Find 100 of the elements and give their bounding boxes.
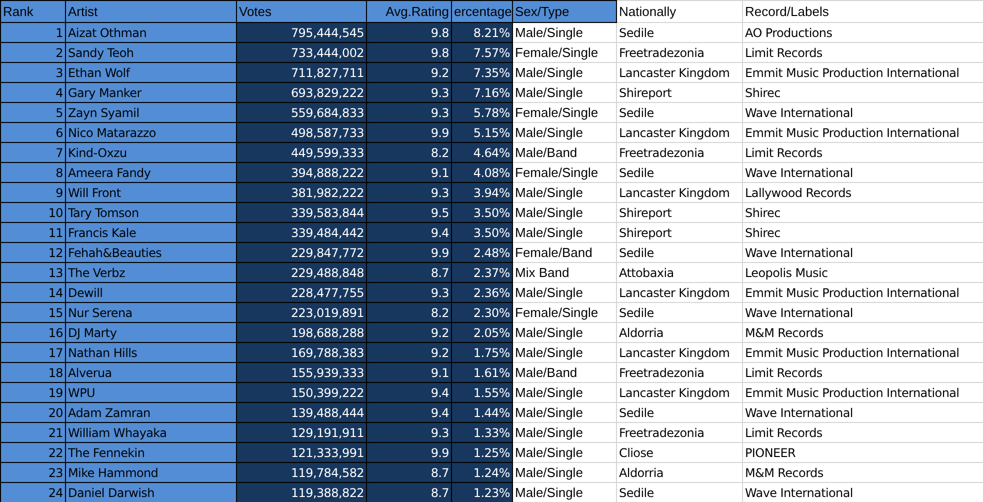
table-cell: Sedile: [616, 302, 742, 322]
table-cell: 15: [0, 302, 66, 322]
table-cell: 1.23%: [452, 482, 512, 502]
table-cell: Male/Band: [512, 142, 616, 162]
table-cell: 228,477,755: [236, 282, 366, 302]
table-cell: Zayn Syamil: [66, 102, 236, 122]
table-cell: 711,827,711: [236, 62, 366, 82]
table-cell: Mix Band: [512, 262, 616, 282]
table-cell: 1.55%: [452, 382, 512, 402]
column-header: ercentage: [452, 0, 512, 22]
table-cell: Lancaster Kingdom: [616, 122, 742, 142]
table-cell: 2.30%: [452, 302, 512, 322]
table-cell: Lancaster Kingdom: [616, 62, 742, 82]
table-cell: 7.16%: [452, 82, 512, 102]
table-cell: 9.3: [366, 282, 452, 302]
table-cell: 18: [0, 362, 66, 382]
table-cell: Shirec: [742, 82, 983, 102]
table-cell: 9.1: [366, 362, 452, 382]
table-cell: Freetradezonia: [616, 362, 742, 382]
table-cell: 9.5: [366, 202, 452, 222]
table-cell: Wave International: [742, 242, 983, 262]
table-cell: 5.15%: [452, 122, 512, 142]
table-cell: Limit Records: [742, 422, 983, 442]
table-cell: Male/Single: [512, 222, 616, 242]
table-cell: 139,488,444: [236, 402, 366, 422]
table-cell: 16: [0, 322, 66, 342]
table-cell: 8.7: [366, 462, 452, 482]
table-cell: Gary Manker: [66, 82, 236, 102]
column-header: Rank: [0, 0, 66, 22]
table-cell: Attobaxia: [616, 262, 742, 282]
table-cell: 693,829,222: [236, 82, 366, 102]
table-cell: Freetradezonia: [616, 142, 742, 162]
table-cell: Emmit Music Production International: [742, 282, 983, 302]
table-cell: M&M Records: [742, 462, 983, 482]
table-cell: Sedile: [616, 482, 742, 502]
table-cell: Male/Single: [512, 202, 616, 222]
table-cell: Male/Single: [512, 22, 616, 42]
table-cell: Limit Records: [742, 142, 983, 162]
table-cell: Will Front: [66, 182, 236, 202]
table-cell: Lancaster Kingdom: [616, 342, 742, 362]
table-cell: Male/Single: [512, 422, 616, 442]
table-cell: 13: [0, 262, 66, 282]
table-cell: 8.7: [366, 482, 452, 502]
table-cell: Ethan Wolf: [66, 62, 236, 82]
table-cell: Sedile: [616, 22, 742, 42]
table-cell: Lancaster Kingdom: [616, 282, 742, 302]
table-cell: 129,191,911: [236, 422, 366, 442]
table-cell: Lallywood Records: [742, 182, 983, 202]
table-cell: Wave International: [742, 302, 983, 322]
table-cell: Aizat Othman: [66, 22, 236, 42]
table-cell: 9.2: [366, 342, 452, 362]
table-cell: 9.4: [366, 382, 452, 402]
table-cell: Aldorria: [616, 322, 742, 342]
table-cell: 20: [0, 402, 66, 422]
table-cell: 3.50%: [452, 222, 512, 242]
table-cell: Male/Single: [512, 82, 616, 102]
table-cell: 9.9: [366, 442, 452, 462]
column-header: Avg.Rating: [366, 0, 452, 22]
table-cell: Daniel Darwish: [66, 482, 236, 502]
column-header: Votes: [236, 0, 366, 22]
table-cell: 2.37%: [452, 262, 512, 282]
table-cell: 9.8: [366, 22, 452, 42]
table-cell: 733,444,002: [236, 42, 366, 62]
table-cell: PIONEER: [742, 442, 983, 462]
table-cell: 339,583,844: [236, 202, 366, 222]
table-cell: 7.35%: [452, 62, 512, 82]
table-cell: Shirec: [742, 222, 983, 242]
table-cell: WPU: [66, 382, 236, 402]
table-cell: 119,784,582: [236, 462, 366, 482]
table-cell: 121,333,991: [236, 442, 366, 462]
table-cell: 8.2: [366, 302, 452, 322]
table-cell: Sedile: [616, 402, 742, 422]
table-cell: Female/Single: [512, 302, 616, 322]
table-cell: Male/Single: [512, 322, 616, 342]
table-cell: Aldorria: [616, 462, 742, 482]
table-cell: Cliose: [616, 442, 742, 462]
table-cell: 8.2: [366, 142, 452, 162]
table-cell: Sedile: [616, 102, 742, 122]
table-cell: 795,444,545: [236, 22, 366, 42]
table-cell: 1.44%: [452, 402, 512, 422]
table-cell: William Whayaka: [66, 422, 236, 442]
table-cell: Francis Kale: [66, 222, 236, 242]
table-cell: 7: [0, 142, 66, 162]
table-cell: Emmit Music Production International: [742, 382, 983, 402]
table-cell: 150,399,222: [236, 382, 366, 402]
table-cell: Leopolis Music: [742, 262, 983, 282]
table-cell: Male/Single: [512, 382, 616, 402]
table-cell: 119,388,822: [236, 482, 366, 502]
table-cell: 9: [0, 182, 66, 202]
table-cell: Emmit Music Production International: [742, 342, 983, 362]
table-cell: Kind-Oxzu: [66, 142, 236, 162]
table-cell: 4.64%: [452, 142, 512, 162]
table-cell: 1.75%: [452, 342, 512, 362]
table-cell: Freetradezonia: [616, 42, 742, 62]
table-cell: 9.4: [366, 222, 452, 242]
table-cell: 9.3: [366, 422, 452, 442]
column-header: Artist: [66, 0, 236, 22]
table-cell: Male/Single: [512, 482, 616, 502]
table-cell: 1.61%: [452, 362, 512, 382]
table-cell: 21: [0, 422, 66, 442]
